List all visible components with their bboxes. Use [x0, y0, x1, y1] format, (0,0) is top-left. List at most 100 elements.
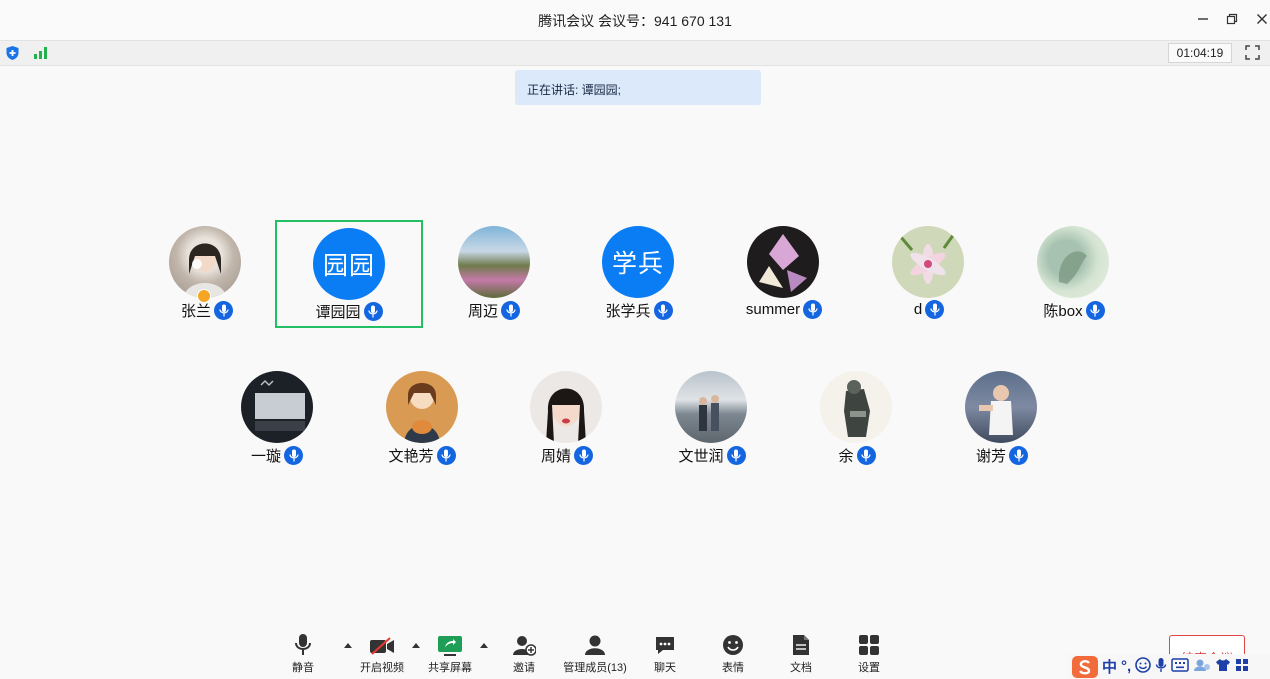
avatar [820, 371, 892, 443]
mic-icon [284, 446, 303, 465]
avatar [169, 226, 241, 298]
participant-tile[interactable]: 张兰 [133, 218, 281, 326]
window-title: 腾讯会议 会议号：941 670 131 [538, 13, 732, 29]
participant-tile[interactable]: 周婧 [493, 363, 641, 471]
participant-name: summer [745, 301, 801, 318]
minimize-icon[interactable] [1194, 10, 1212, 28]
participant-tile[interactable]: 陈box [1000, 218, 1148, 326]
avatar [892, 226, 964, 298]
mic-icon [925, 300, 945, 319]
avatar: 园园 [313, 228, 385, 300]
smiley-icon [722, 630, 744, 656]
participant-name-row: 一璇 [203, 445, 351, 466]
participant-name-row: summer [710, 300, 858, 319]
mic-icon [363, 302, 383, 321]
participant-name-row: 张兰 [133, 300, 281, 321]
user-cloud-icon[interactable] [1193, 658, 1211, 676]
video-off-icon [369, 630, 395, 656]
participant-name: 余 [838, 448, 854, 465]
manage-members-label: 管理成员(13) [563, 662, 627, 674]
title-bar: 腾讯会议 会议号：941 670 131 [0, 0, 1270, 40]
mic-icon [436, 446, 456, 465]
mic-icon [214, 301, 233, 320]
participant-name: d [913, 301, 923, 318]
mic-icon [803, 300, 823, 319]
video-options-caret-icon[interactable] [412, 643, 420, 648]
microphone-icon [293, 630, 313, 656]
fullscreen-icon[interactable] [1245, 45, 1260, 65]
avatar: 学兵 [602, 226, 674, 298]
invite-label: 邀请 [513, 662, 535, 674]
security-shield-icon[interactable] [5, 45, 20, 66]
share-screen-label: 共享屏幕 [428, 662, 472, 674]
participant-name-row: 周婧 [493, 445, 641, 466]
participant-tile[interactable]: 一璇 [203, 363, 351, 471]
ime-mode[interactable]: 中 [1102, 656, 1117, 677]
invite-button[interactable]: 邀请 [507, 630, 541, 675]
participant-name: 文世润 [678, 448, 724, 465]
chat-bubble-icon [654, 630, 676, 656]
participant-tile[interactable]: d [855, 218, 1003, 326]
participant-name: 文艳芳 [388, 448, 434, 465]
meeting-timer: 01:04:19 [1168, 43, 1232, 63]
participant-tile[interactable]: 周迈 [420, 218, 568, 326]
settings-grid-icon [858, 630, 880, 656]
participant-name-row: 文艳芳 [348, 445, 496, 466]
share-options-caret-icon[interactable] [480, 643, 488, 648]
mute-label: 静音 [292, 662, 314, 674]
keyboard-icon[interactable] [1171, 657, 1189, 676]
chat-button[interactable]: 聊天 [649, 630, 681, 675]
participant-tile-active-speaker[interactable]: 园园 谭园园 [275, 220, 423, 328]
mic-icon [501, 301, 520, 320]
emoji-icon[interactable] [1135, 656, 1151, 677]
restore-icon[interactable] [1223, 10, 1241, 28]
participant-name: 张学兵 [605, 303, 651, 320]
voice-input-icon[interactable] [1155, 657, 1167, 677]
members-icon [583, 630, 607, 656]
settings-label: 设置 [858, 662, 880, 674]
mic-icon [856, 446, 876, 465]
start-video-label: 开启视频 [360, 662, 404, 674]
sogou-logo-icon[interactable] [1072, 655, 1098, 678]
avatar [675, 371, 747, 443]
settings-button[interactable]: 设置 [853, 630, 885, 675]
emoji-reaction-button[interactable]: 表情 [717, 630, 749, 675]
ime-toolbar: 中 °, [1068, 654, 1270, 679]
status-bar: 01:04:19 [0, 40, 1270, 66]
share-screen-button[interactable]: 共享屏幕 [425, 630, 475, 675]
participant-name: 张兰 [180, 303, 211, 320]
participant-name: 一璇 [250, 448, 281, 465]
ime-punctuation[interactable]: °, [1121, 658, 1131, 675]
participant-name: 谭园园 [315, 304, 361, 321]
mic-icon [653, 301, 673, 320]
participant-tile[interactable]: 余 [783, 363, 931, 471]
participant-name-row: 谢芳 [928, 445, 1076, 466]
close-icon[interactable] [1253, 10, 1270, 28]
mic-icon [726, 446, 746, 465]
emoji-label: 表情 [722, 662, 744, 674]
participant-tile[interactable]: 文世润 [638, 363, 786, 471]
chat-label: 聊天 [654, 662, 676, 674]
invite-user-icon [512, 630, 536, 656]
document-icon [792, 630, 810, 656]
participant-tile[interactable]: summer [710, 218, 858, 326]
skin-shirt-icon[interactable] [1215, 658, 1231, 676]
toolbox-grid-icon[interactable] [1235, 658, 1249, 676]
documents-button[interactable]: 文档 [785, 630, 817, 675]
audio-options-caret-icon[interactable] [344, 643, 352, 648]
avatar [965, 371, 1037, 443]
participant-tile[interactable]: 谢芳 [928, 363, 1076, 471]
participant-name-row: 陈box [1000, 300, 1148, 321]
start-video-button[interactable]: 开启视频 [358, 630, 406, 675]
participant-name-row: 谭园园 [277, 301, 421, 322]
mic-icon [574, 446, 593, 465]
manage-members-button[interactable]: 管理成员(13) [560, 630, 630, 675]
participant-tile[interactable]: 文艳芳 [348, 363, 496, 471]
mute-button[interactable]: 静音 [286, 630, 320, 675]
avatar [458, 226, 530, 298]
signal-strength-icon[interactable] [33, 46, 48, 65]
participant-name: 周迈 [467, 303, 498, 320]
participant-name-row: 周迈 [420, 300, 568, 321]
avatar [1037, 226, 1109, 298]
participant-tile[interactable]: 学兵 张学兵 [565, 218, 713, 326]
